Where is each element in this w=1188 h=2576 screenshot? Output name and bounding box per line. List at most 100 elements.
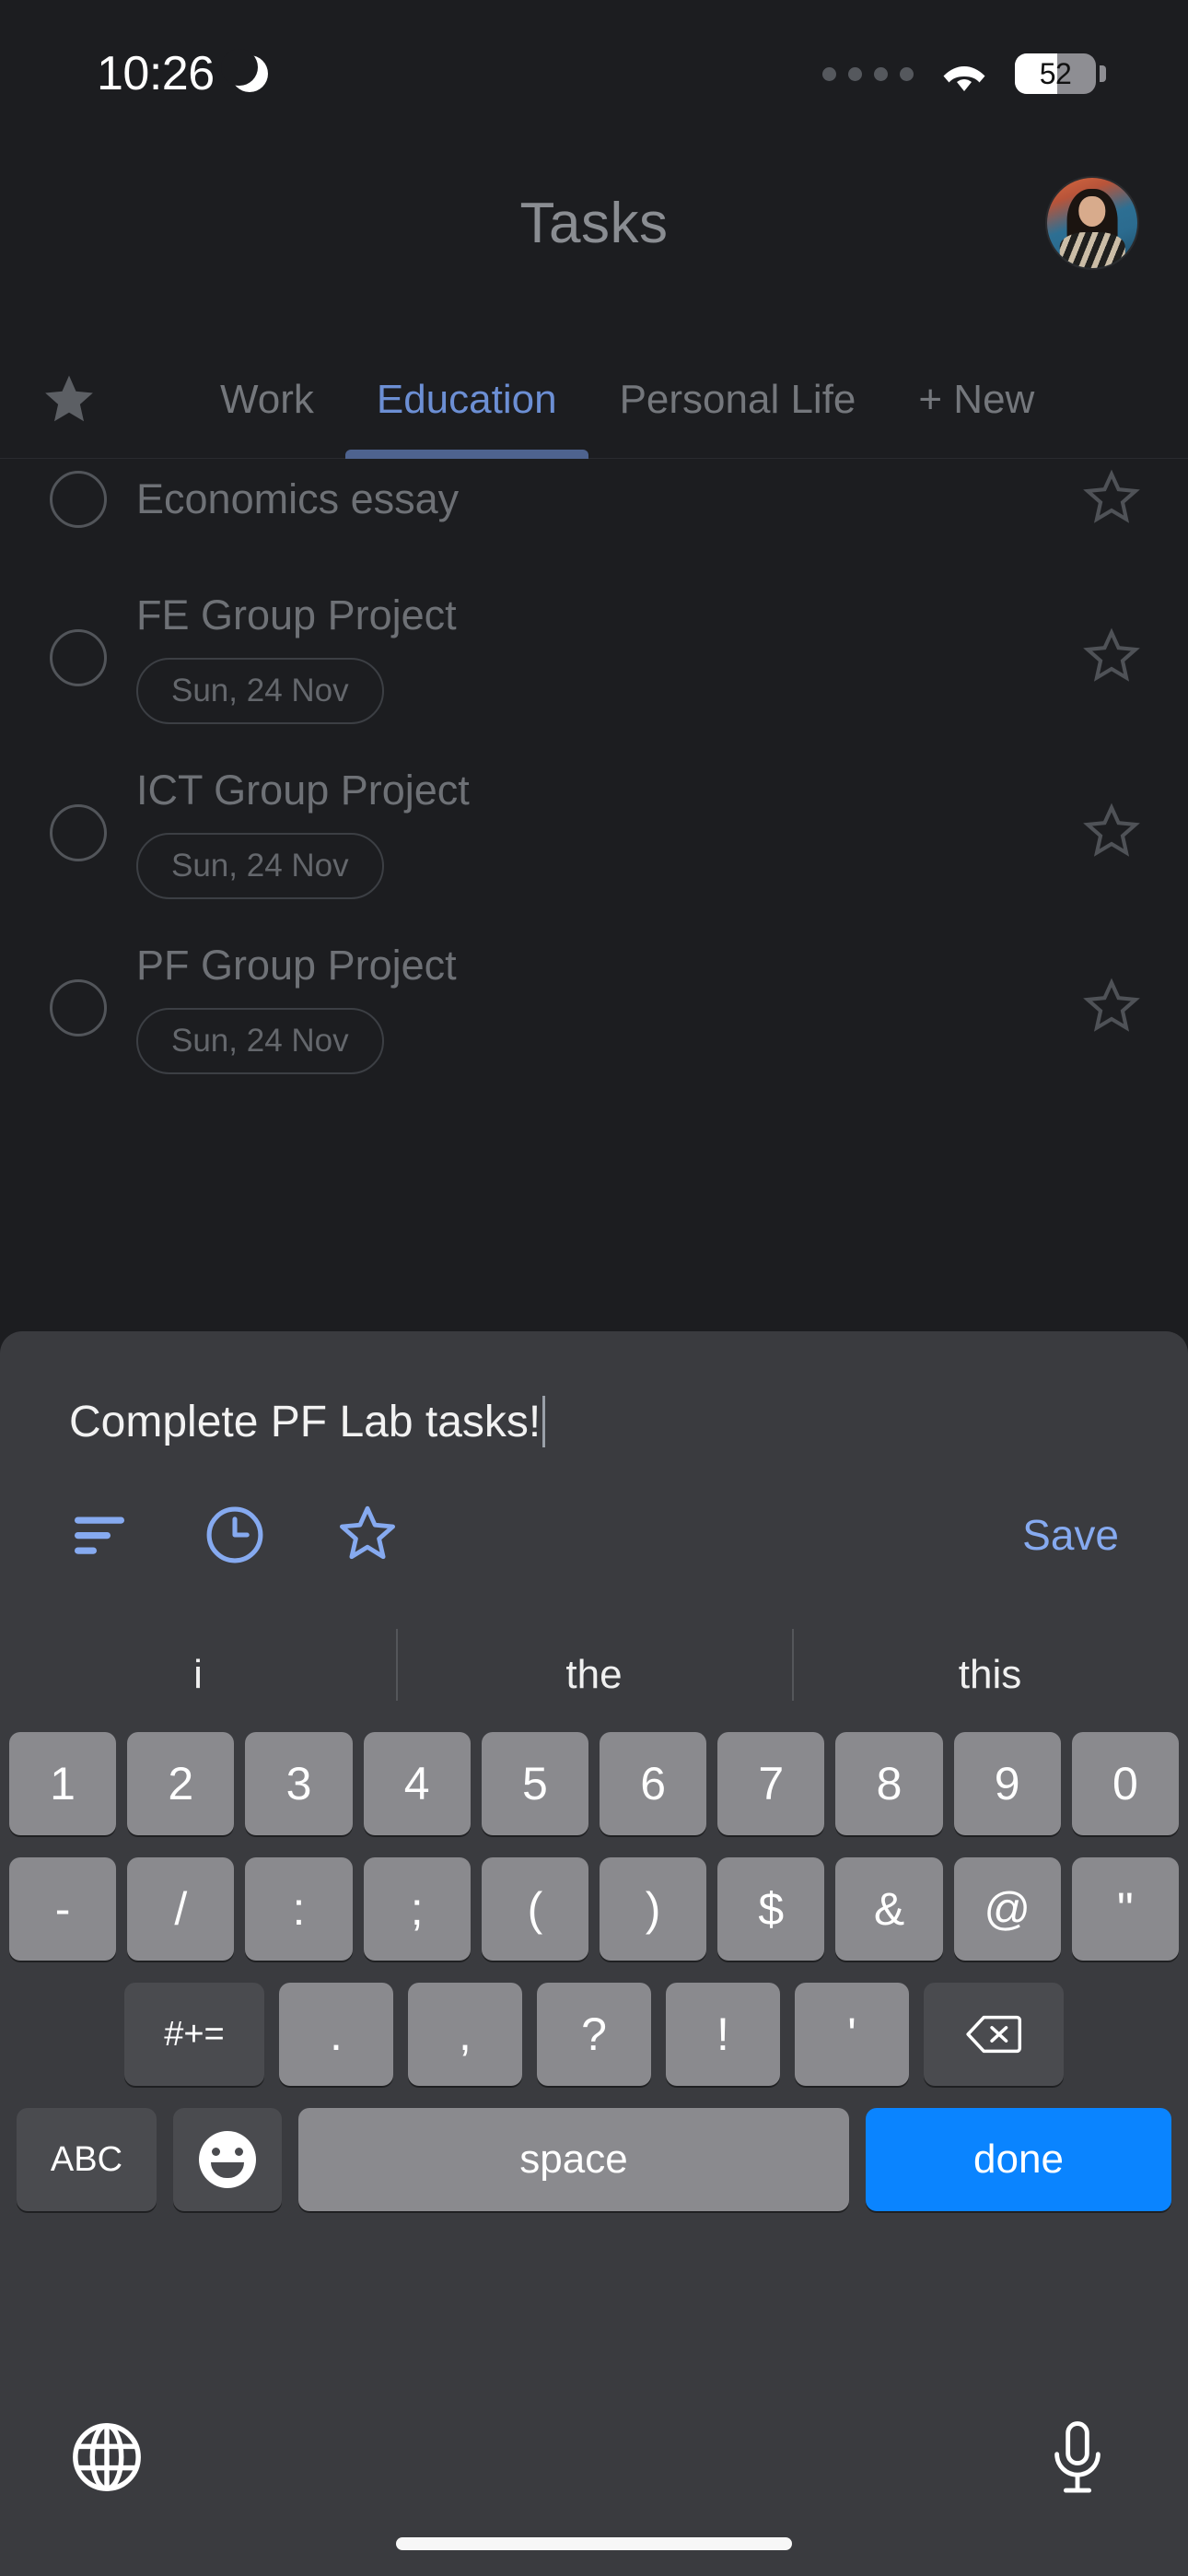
key-ampersand[interactable]: & [835,1857,943,1961]
task-composer-panel: Complete PF Lab tasks! Save [0,1331,1188,1617]
suggestion-2[interactable]: the [396,1628,792,1701]
task-favorite-star[interactable] [1079,801,1144,865]
battery-icon: 52 [1015,53,1106,94]
wifi-icon [938,54,991,93]
keyboard-rows: 1 2 3 4 5 6 7 8 9 0 - / : ; ( ) $ & @ " … [0,1732,1188,2211]
key-quote[interactable]: " [1071,1857,1180,1961]
task-favorite-star[interactable] [1079,467,1144,532]
task-due-date-chip[interactable]: Sun, 24 Nov [136,657,384,724]
clock-icon[interactable] [202,1502,268,1568]
key-hyphen[interactable]: - [8,1857,117,1961]
suggestion-3[interactable]: this [792,1628,1188,1701]
tab-bar: Work Education Personal Life + New [0,341,1188,459]
status-bar: 10:26 52 [0,0,1188,147]
tab-work[interactable]: Work [189,341,345,459]
star-outline-icon[interactable] [334,1502,401,1568]
key-2[interactable]: 2 [127,1732,235,1835]
key-3[interactable]: 3 [245,1732,353,1835]
tab-add-new-label: + New [918,376,1035,422]
task-spacer [0,903,1188,938]
task-favorite-star[interactable] [1079,976,1144,1040]
task-content: PF Group Project Sun, 24 Nov [107,942,1079,1074]
home-indicator[interactable] [396,2537,792,2550]
keyboard-row-bottom: ABC space done [9,2108,1179,2211]
task-due-date-chip[interactable]: Sun, 24 Nov [136,1007,384,1074]
tab-personal-life-label: Personal Life [619,376,856,422]
signal-dots-icon [822,66,914,81]
star-outline-icon [1083,802,1140,857]
star-outline-icon [1083,469,1140,523]
key-7[interactable]: 7 [717,1732,825,1835]
task-content: Economics essay [107,475,1079,523]
key-6[interactable]: 6 [600,1732,707,1835]
composer-action-bar: Save [69,1502,1119,1568]
task-spacer [0,728,1188,763]
key-apostrophe[interactable]: ' [795,1983,909,2086]
key-1[interactable]: 1 [8,1732,117,1835]
key-slash[interactable]: / [127,1857,235,1961]
tab-work-label: Work [220,376,314,422]
table-row[interactable]: ICT Group Project Sun, 24 Nov [0,763,1188,903]
table-row[interactable]: FE Group Project Sun, 24 Nov [0,588,1188,728]
task-favorite-star[interactable] [1079,626,1144,690]
task-title: ICT Group Project [136,767,470,814]
task-input-wrapper[interactable]: Complete PF Lab tasks! [69,1396,1119,1447]
task-checkbox[interactable] [50,979,107,1036]
keyboard-row-symbols: - / : ; ( ) $ & @ " [8,1857,1180,1961]
key-0[interactable]: 0 [1071,1732,1180,1835]
key-question[interactable]: ? [537,1983,651,2086]
task-content: FE Group Project Sun, 24 Nov [107,591,1079,724]
key-dollar[interactable]: $ [717,1857,825,1961]
status-bar-left: 10:26 [97,46,268,101]
key-exclamation[interactable]: ! [666,1983,780,2086]
suggestion-bar: i the this [0,1617,1188,1732]
task-list: Economics essay FE Group Project Sun, 24… [0,459,1188,1078]
star-outline-icon [1083,978,1140,1032]
task-title: Economics essay [136,475,460,523]
key-symbols-toggle[interactable]: #+= [124,1983,264,2086]
keyboard-row-punctuation: #+= . , ? ! ' [9,1983,1179,2086]
text-caret [542,1396,546,1447]
key-colon[interactable]: : [245,1857,353,1961]
keyboard-row-numbers: 1 2 3 4 5 6 7 8 9 0 [8,1732,1180,1835]
tab-education[interactable]: Education [344,341,588,459]
key-4[interactable]: 4 [363,1732,471,1835]
avatar-body [1059,231,1125,268]
key-8[interactable]: 8 [835,1732,943,1835]
table-row[interactable]: Economics essay [0,459,1188,540]
microphone-icon[interactable] [1045,2419,1110,2499]
globe-icon[interactable] [69,2419,145,2495]
key-paren-open[interactable]: ( [481,1857,588,1961]
task-spacer [0,540,1188,588]
tab-education-label: Education [376,376,557,422]
star-filled-icon [45,375,93,421]
task-checkbox[interactable] [50,804,107,861]
key-space[interactable]: space [298,2108,849,2211]
task-due-date-chip[interactable]: Sun, 24 Nov [136,832,384,899]
key-abc-toggle[interactable]: ABC [17,2108,157,2211]
key-period[interactable]: . [279,1983,393,2086]
table-row[interactable]: PF Group Project Sun, 24 Nov [0,938,1188,1078]
suggestion-1[interactable]: i [0,1654,396,1695]
backspace-icon[interactable] [924,1983,1064,2086]
tab-personal-life[interactable]: Personal Life [588,341,888,459]
key-paren-close[interactable]: ) [600,1857,707,1961]
notes-lines-icon[interactable] [69,1502,135,1568]
task-content: ICT Group Project Sun, 24 Nov [107,767,1079,899]
key-semicolon[interactable]: ; [363,1857,471,1961]
tab-favorites[interactable] [0,371,138,428]
tab-add-new[interactable]: + New [887,341,1066,459]
avatar[interactable] [1047,178,1137,268]
key-9[interactable]: 9 [953,1732,1061,1835]
save-button[interactable]: Save [1022,1510,1119,1560]
key-done[interactable]: done [866,2108,1171,2211]
key-at[interactable]: @ [953,1857,1061,1961]
key-comma[interactable]: , [408,1983,522,2086]
emoji-face-shape [199,2131,256,2188]
page-title: Tasks [519,192,669,255]
task-title: PF Group Project [136,942,457,989]
task-checkbox[interactable] [50,629,107,686]
task-checkbox[interactable] [50,471,107,528]
emoji-smiley-icon[interactable] [173,2108,282,2211]
key-5[interactable]: 5 [481,1732,588,1835]
